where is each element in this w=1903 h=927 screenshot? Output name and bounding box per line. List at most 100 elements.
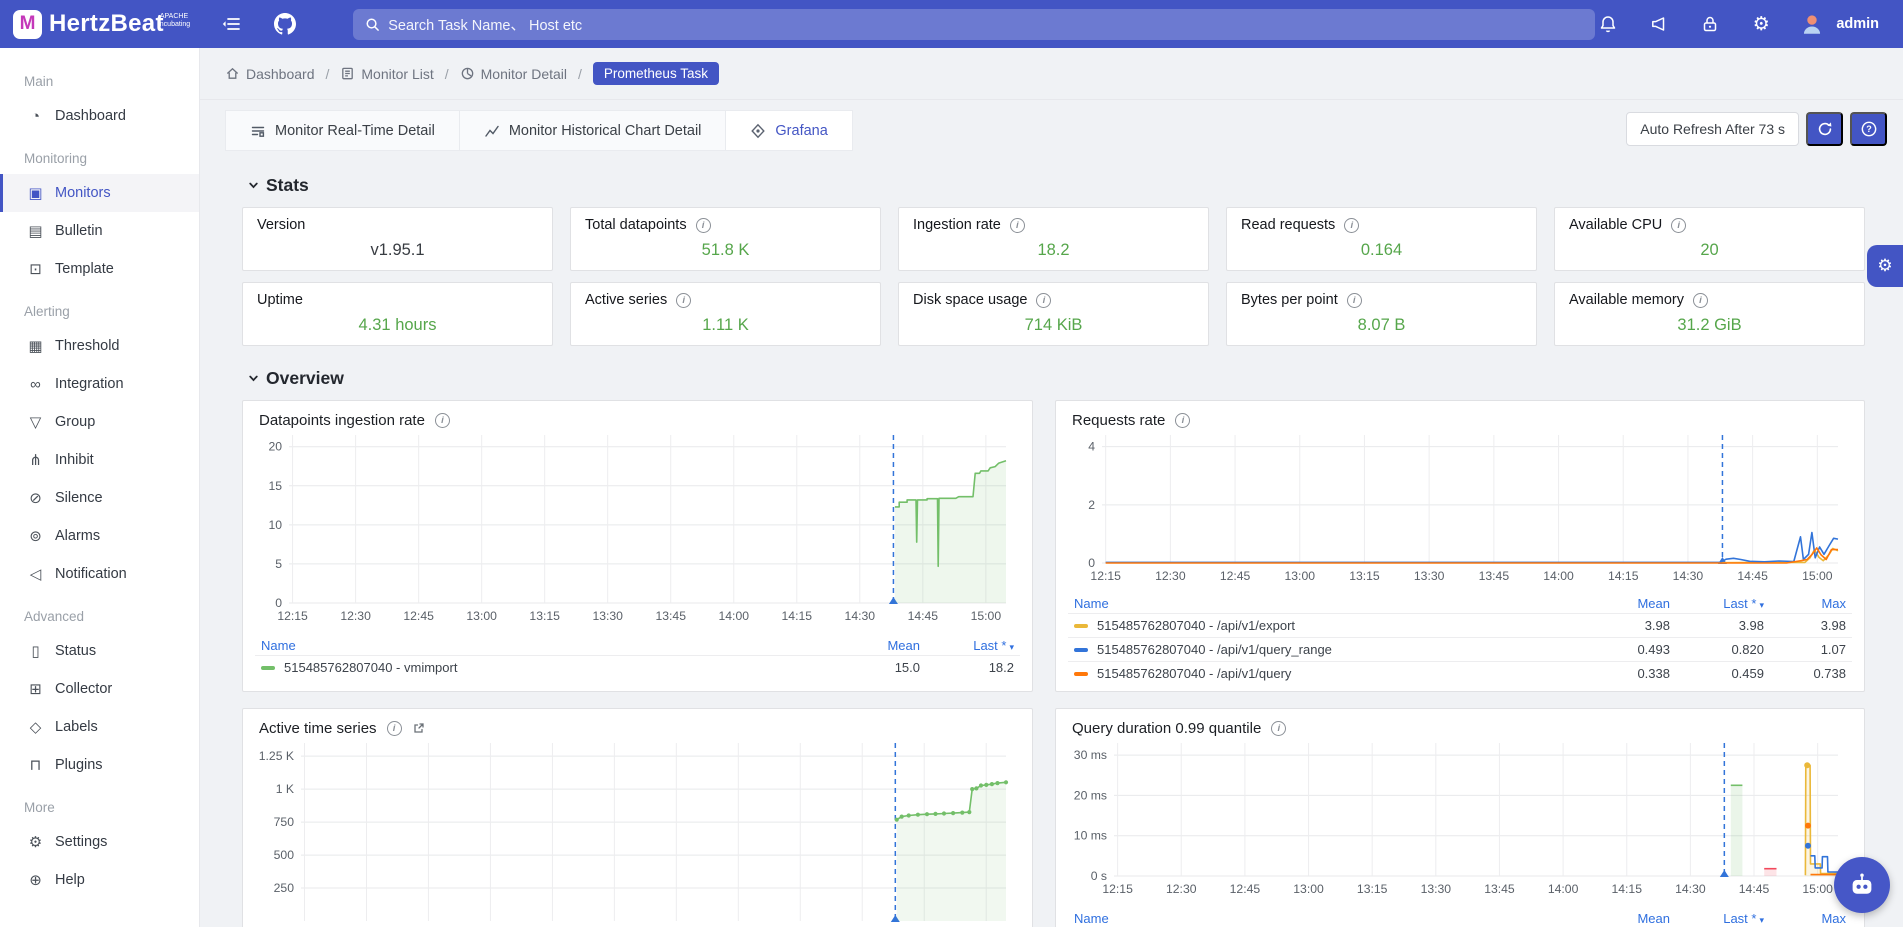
svg-text:13:15: 13:15: [529, 609, 560, 623]
legend-row[interactable]: 515485762807040 - /api/v1/query_range0.4…: [1068, 637, 1852, 661]
sidebar-item-plugins[interactable]: ⊓ Plugins: [0, 746, 199, 784]
breadcrumb-dashboard[interactable]: Dashboard: [225, 66, 315, 82]
app-logo[interactable]: M HertzBeat APACHE Incubating: [0, 10, 204, 39]
legend-row[interactable]: 515485762807040 - /api/v1/export3.983.98…: [1068, 613, 1852, 637]
breadcrumb-separator: /: [578, 66, 582, 82]
info-icon[interactable]: i: [435, 413, 450, 428]
info-icon[interactable]: i: [1271, 721, 1286, 736]
panel-header: Requests rate i: [1056, 401, 1864, 429]
sidebar-item-status[interactable]: ▯ Status: [0, 632, 199, 670]
settings-gear-icon[interactable]: ⚙: [1748, 11, 1774, 37]
sidebar-item-collector[interactable]: ⊞ Collector: [0, 670, 199, 708]
svg-text:13:45: 13:45: [1479, 569, 1510, 583]
announcement-icon[interactable]: [1646, 11, 1672, 37]
info-icon[interactable]: i: [1036, 293, 1051, 308]
info-icon[interactable]: i: [1344, 218, 1359, 233]
breadcrumb-separator: /: [326, 66, 330, 82]
section-overview[interactable]: Overview: [248, 368, 1865, 389]
breadcrumb-current: Prometheus Task: [593, 62, 719, 85]
sidebar-item-threshold[interactable]: ▦ Threshold: [0, 327, 199, 365]
panel-title[interactable]: Query duration 0.99 quantile: [1072, 720, 1261, 737]
stat-label: Uptime: [257, 292, 303, 308]
info-icon[interactable]: i: [676, 293, 691, 308]
svg-text:15:00: 15:00: [971, 609, 1002, 623]
avatar[interactable]: [1799, 11, 1825, 37]
legend-col-last[interactable]: Last *▾: [1670, 911, 1764, 926]
info-icon[interactable]: i: [1175, 413, 1190, 428]
chatbot-fab[interactable]: [1834, 857, 1890, 913]
legend-col-name[interactable]: Name: [261, 638, 838, 653]
tab-monitor-historical-chart-detail[interactable]: Monitor Historical Chart Detail: [460, 110, 727, 151]
sidebar-item-label: Template: [55, 261, 114, 277]
tab-label: Monitor Historical Chart Detail: [509, 123, 702, 139]
sidebar-item-help[interactable]: ⊕ Help: [0, 861, 199, 899]
svg-text:12:15: 12:15: [1102, 882, 1133, 896]
legend-col-max[interactable]: Max: [1764, 596, 1846, 611]
sidebar-item-integration[interactable]: ∞ Integration: [0, 365, 199, 403]
info-icon[interactable]: i: [387, 721, 402, 736]
sidebar-item-settings[interactable]: ⚙ Settings: [0, 823, 199, 861]
sidebar-item-notification[interactable]: ◁ Notification: [0, 555, 199, 593]
sidebar-item-monitors[interactable]: ▣ Monitors: [0, 174, 199, 212]
legend-col-name[interactable]: Name: [1074, 596, 1588, 611]
legend-row[interactable]: 515485762807040 - /api/v1/query0.3380.45…: [1068, 661, 1852, 685]
global-search-input[interactable]: Search Task Name、 Host etc: [353, 9, 1595, 40]
tab-monitor-real-time-detail[interactable]: Monitor Real-Time Detail: [225, 110, 460, 151]
sidebar-item-labels[interactable]: ◇ Labels: [0, 708, 199, 746]
svg-text:13:45: 13:45: [655, 609, 686, 623]
info-icon[interactable]: i: [1010, 218, 1025, 233]
legend-col-mean[interactable]: Mean: [838, 638, 920, 653]
search-icon: [365, 17, 380, 32]
legend-col-max[interactable]: Max: [1764, 911, 1846, 926]
series-value: 0.338: [1588, 666, 1670, 681]
sidebar-item-template[interactable]: ⊡ Template: [0, 250, 199, 288]
username[interactable]: admin: [1836, 16, 1879, 32]
help-icon: ⊕: [27, 871, 44, 889]
tab-grafana[interactable]: Grafana: [726, 110, 852, 151]
series-color-swatch: [1074, 672, 1088, 676]
sidebar-item-bulletin[interactable]: ▤ Bulletin: [0, 212, 199, 250]
series-value: 15.0: [838, 660, 920, 675]
svg-text:0: 0: [275, 596, 282, 610]
sidebar-item-inhibit[interactable]: ⋔ Inhibit: [0, 441, 199, 479]
legend-col-last[interactable]: Last *▾: [920, 638, 1014, 653]
bulletin-icon: ▤: [27, 222, 44, 240]
legend-col-mean[interactable]: Mean: [1588, 596, 1670, 611]
theme-settings-button[interactable]: ⚙: [1867, 245, 1903, 287]
section-stats[interactable]: Stats: [248, 175, 1865, 196]
sidebar-item-group[interactable]: ▽ Group: [0, 403, 199, 441]
breadcrumb: Dashboard/ Monitor List/ Monitor Detail/…: [200, 48, 1903, 100]
panel-query-duration: Query duration 0.99 quantile i 0 s10 ms2…: [1055, 708, 1865, 927]
info-icon[interactable]: i: [1693, 293, 1708, 308]
stat-value: 714 KiB: [913, 316, 1194, 335]
external-link-icon[interactable]: [412, 722, 425, 735]
panel-title[interactable]: Datapoints ingestion rate: [259, 412, 425, 429]
info-icon[interactable]: i: [696, 218, 711, 233]
auto-refresh-button[interactable]: Auto Refresh After 73 s: [1626, 112, 1799, 146]
lock-icon[interactable]: [1697, 11, 1723, 37]
svg-text:14:00: 14:00: [1543, 569, 1574, 583]
legend-col-mean[interactable]: Mean: [1588, 911, 1670, 926]
sidebar-item-silence[interactable]: ⊘ Silence: [0, 479, 199, 517]
github-icon[interactable]: [272, 11, 298, 37]
info-icon[interactable]: i: [1671, 218, 1686, 233]
breadcrumb-monitor-list[interactable]: Monitor List: [340, 66, 433, 82]
legend-row[interactable]: 515485762807040 - vmimport15.018.2: [255, 655, 1020, 679]
sidebar-item-label: Group: [55, 414, 95, 430]
refresh-button[interactable]: [1806, 112, 1843, 146]
sidebar-item-dashboard[interactable]: ◔ Dashboard: [0, 97, 199, 135]
svg-text:14:00: 14:00: [1548, 882, 1579, 896]
panel-title[interactable]: Active time series: [259, 720, 377, 737]
series-value: 1.07: [1764, 642, 1846, 657]
chart-ingestion-rate: 0510152012:1512:3012:4513:0013:1513:3013…: [255, 435, 1020, 632]
legend-col-last[interactable]: Last *▾: [1670, 596, 1764, 611]
bell-icon[interactable]: [1595, 11, 1621, 37]
info-icon[interactable]: i: [1347, 293, 1362, 308]
breadcrumb-monitor-detail[interactable]: Monitor Detail: [460, 66, 567, 82]
panel-title[interactable]: Requests rate: [1072, 412, 1165, 429]
sidebar-item-alarms[interactable]: ⊚ Alarms: [0, 517, 199, 555]
help-button[interactable]: ?: [1850, 112, 1887, 146]
menu-fold-icon[interactable]: [218, 11, 244, 37]
legend-col-name[interactable]: Name: [1074, 911, 1588, 926]
threshold-icon: ▦: [27, 337, 44, 355]
